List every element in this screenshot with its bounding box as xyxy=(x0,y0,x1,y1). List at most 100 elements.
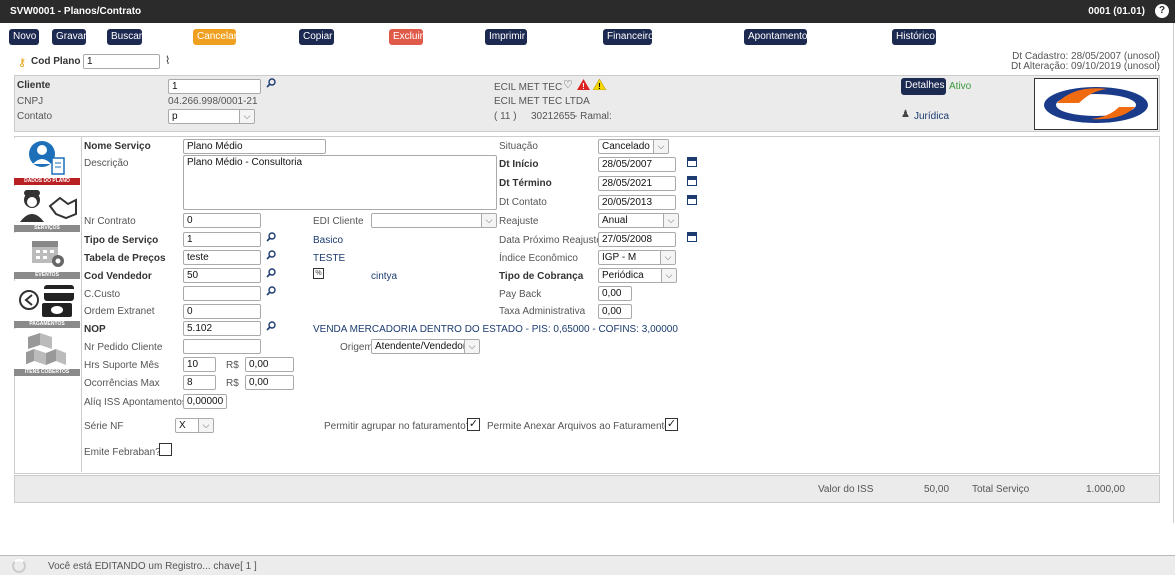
emite-febraban-checkbox[interactable] xyxy=(159,443,172,456)
data-proximo-reajuste-label: Data Próximo Reajuste xyxy=(499,235,602,246)
cliente-input[interactable]: 1 xyxy=(168,79,261,94)
permitir-agrupar-label: Permitir agrupar no faturamento? xyxy=(324,421,472,432)
sidebar-caption: EVENTOS xyxy=(14,272,80,279)
tabela-precos-input[interactable]: teste xyxy=(183,250,261,265)
sidebar-caption: SERVIÇOS xyxy=(14,225,80,232)
sidebar-item-itens-cobertos[interactable]: ITENS COBERTOS xyxy=(14,329,80,376)
oco-rs-input[interactable]: 0,00 xyxy=(245,375,294,390)
chevron-down-icon: ⌵ xyxy=(663,214,678,227)
question-icon[interactable]: ? xyxy=(1155,4,1169,18)
nr-contrato-input[interactable]: 0 xyxy=(183,213,261,228)
nop-desc: VENDA MERCADORIA DENTRO DO ESTADO - PIS:… xyxy=(313,324,678,335)
lightbulb-icon[interactable]: ♡ xyxy=(563,78,573,91)
dt-inicio-label: Dt Início xyxy=(499,159,539,170)
svg-text:!: ! xyxy=(598,82,601,90)
imprimir-button[interactable]: Imprimir xyxy=(485,29,527,45)
calendar-icon[interactable] xyxy=(687,176,697,186)
hrs-suporte-label: Hrs Suporte Mês xyxy=(84,360,160,371)
cod-plano-input[interactable]: 1 xyxy=(83,54,160,69)
tipo-cobranca-select[interactable]: Periódica ⌵ xyxy=(598,268,677,283)
window-title: SVW0001 - Planos/Contrato xyxy=(10,6,142,17)
search-icon[interactable] xyxy=(266,232,276,242)
company-logo xyxy=(1034,78,1158,130)
calendar-icon[interactable] xyxy=(687,195,697,205)
excluir-button[interactable]: Excluir xyxy=(389,29,423,45)
cnpj-value: 04.266.998/0001-21 xyxy=(168,96,258,107)
financeiro-button[interactable]: Financeiro xyxy=(603,29,654,45)
dt-alteracao: Dt Alteração: 09/10/2019 (unosol) xyxy=(1011,61,1160,72)
situacao-select[interactable]: Cancelado ⌵ xyxy=(598,139,669,154)
tipo-servico-input[interactable]: 1 xyxy=(183,232,261,247)
payback-label: Pay Back xyxy=(499,289,542,300)
hrs-rs-input[interactable]: 0,00 xyxy=(245,357,294,372)
dt-contato-label: Dt Contato xyxy=(499,197,547,208)
taxa-adm-input[interactable]: 0,00 xyxy=(598,304,632,319)
serie-nf-select[interactable]: X ⌵ xyxy=(175,418,214,433)
sidebar-caption: ITENS COBERTOS xyxy=(14,369,80,376)
warning-icon[interactable]: ! xyxy=(593,79,606,90)
taxa-adm-label: Taxa Administrativa xyxy=(499,306,586,317)
gravar-button[interactable]: Gravar xyxy=(52,29,87,45)
total-servico-label: Total Serviço xyxy=(972,484,1030,495)
chevron-down-icon: ⌵ xyxy=(481,214,496,227)
percent-icon[interactable]: % xyxy=(313,268,324,279)
ccusto-input[interactable] xyxy=(183,286,261,301)
cod-plano-label: Cod Plano xyxy=(31,56,81,67)
hrs-suporte-input[interactable]: 10 xyxy=(183,357,216,372)
permitir-agrupar-checkbox[interactable]: ✓ xyxy=(467,418,480,431)
sidebar-item-servicos[interactable]: SERVIÇOS xyxy=(14,186,80,232)
situacao-label: Situação xyxy=(499,141,538,152)
origem-select[interactable]: Atendente/Vendedor ⌵ xyxy=(371,339,480,354)
aliq-iss-input[interactable]: 0,00000 xyxy=(183,394,227,409)
copiar-button[interactable]: Copiar xyxy=(299,29,334,45)
ocorrencias-label: Ocorrências Max xyxy=(84,378,160,389)
dt-contato-input[interactable]: 20/05/2013 xyxy=(598,195,676,210)
sidebar-item-pagamentos[interactable]: PAGAMENTOS xyxy=(14,281,80,328)
nop-input[interactable]: 5.102 xyxy=(183,321,261,336)
data-proximo-reajuste-input[interactable]: 27/05/2008 xyxy=(598,232,676,247)
sidebar-item-dados-do-plano[interactable]: DADOS DO PLANO xyxy=(14,138,80,185)
sidebar-item-eventos[interactable]: EVENTOS xyxy=(14,233,80,279)
nop-label: NOP xyxy=(84,324,106,335)
search-icon[interactable] xyxy=(266,268,276,278)
calendar-icon[interactable] xyxy=(687,232,697,242)
novo-button[interactable]: Novo xyxy=(9,29,39,45)
detalhes-button[interactable]: Detalhes xyxy=(901,78,946,95)
search-icon[interactable] xyxy=(266,78,276,88)
nr-pedido-label: Nr Pedido Cliente xyxy=(84,342,163,353)
paperclip-icon[interactable]: ⌇ xyxy=(165,54,170,67)
status-bar: Você está EDITANDO um Registro... chave[… xyxy=(0,555,1175,575)
hrs-rs-label: R$ xyxy=(226,360,239,371)
nr-pedido-input[interactable] xyxy=(183,339,261,354)
indice-select[interactable]: IGP - M ⌵ xyxy=(598,250,676,265)
ordem-extranet-label: Ordem Extranet xyxy=(84,306,155,317)
ordem-extranet-input[interactable]: 0 xyxy=(183,304,261,319)
contato-select[interactable]: p ⌵ xyxy=(168,109,255,124)
calendar-icon[interactable] xyxy=(687,157,697,167)
apontamento-button[interactable]: Apontamento xyxy=(744,29,808,45)
indice-label: Índice Econômico xyxy=(499,253,578,264)
dt-inicio-input[interactable]: 28/05/2007 xyxy=(598,157,676,172)
cancelar-button[interactable]: Cancelar xyxy=(193,29,237,45)
payback-input[interactable]: 0,00 xyxy=(598,286,632,301)
ocorrencias-input[interactable]: 8 xyxy=(183,375,216,390)
edi-cliente-select[interactable]: ⌵ xyxy=(371,213,497,228)
nome-servico-input[interactable]: Plano Médio xyxy=(183,139,326,154)
calendar-gear-icon xyxy=(32,241,64,267)
reajuste-select[interactable]: Anual ⌵ xyxy=(598,213,679,228)
dt-termino-input[interactable]: 28/05/2021 xyxy=(598,176,676,191)
buscar-button[interactable]: Buscar xyxy=(107,29,142,45)
search-icon[interactable] xyxy=(266,250,276,260)
alert-red-icon[interactable]: ! xyxy=(577,79,590,90)
search-icon[interactable] xyxy=(266,321,276,331)
search-icon[interactable] xyxy=(266,286,276,296)
cod-vendedor-input[interactable]: 50 xyxy=(183,268,261,283)
tipo-servico-desc: Basico xyxy=(313,235,344,246)
phone-ddd: ( 11 ) xyxy=(494,111,517,122)
permite-anexar-checkbox[interactable]: ✓ xyxy=(665,418,678,431)
tipo-pessoa: Jurídica xyxy=(914,111,950,122)
cliente-label: Cliente xyxy=(17,80,51,91)
descricao-textarea[interactable]: Plano Médio - Consultoria xyxy=(183,155,497,210)
historico-button[interactable]: Histórico xyxy=(892,29,936,45)
key-icon: ⚷ xyxy=(18,57,27,69)
